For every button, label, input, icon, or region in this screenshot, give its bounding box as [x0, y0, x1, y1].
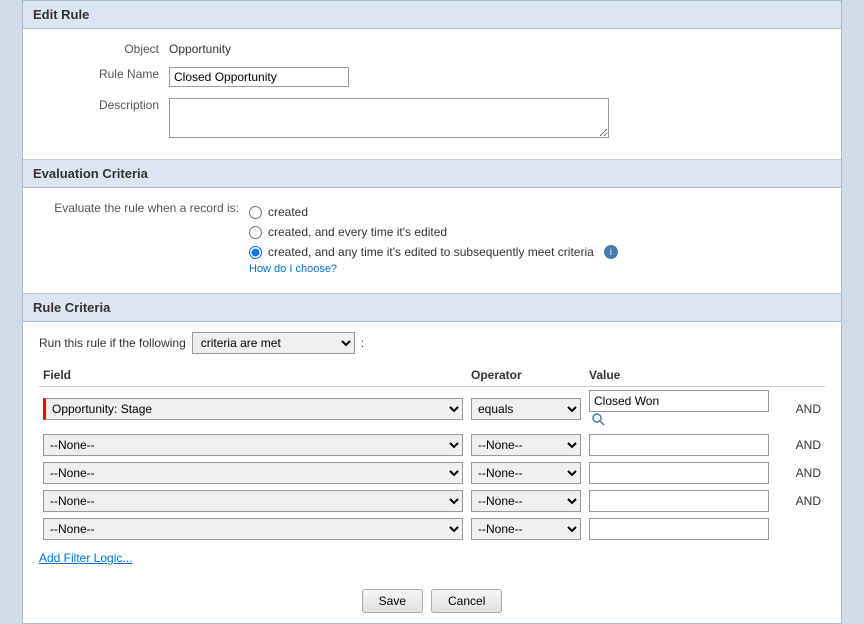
criteria-select[interactable]: criteria are met any criteria are met fo… — [192, 332, 355, 354]
field-select-5[interactable]: --None-- — [43, 518, 463, 540]
evaluation-criteria-header: Evaluation Criteria — [23, 160, 841, 188]
operator-select-1[interactable]: equals not equal to less than greater th… — [471, 398, 581, 420]
operator-select-3[interactable]: --None-- — [471, 462, 581, 484]
add-filter-logic-link[interactable]: Add Filter Logic... — [39, 551, 132, 565]
footer-buttons: Save Cancel — [23, 575, 841, 623]
evaluate-label: Evaluate the rule when a record is: — [39, 198, 249, 215]
table-row: --None-- --None-- AND — [39, 459, 825, 487]
radio-created[interactable] — [249, 206, 262, 219]
radio-row-created: created — [249, 205, 825, 219]
edit-rule-header: Edit Rule — [23, 1, 841, 29]
field-select-2[interactable]: --None-- — [43, 434, 463, 456]
table-row: --None-- --None-- AND — [39, 487, 825, 515]
table-row: --None-- --None-- — [39, 515, 825, 543]
save-button[interactable]: Save — [362, 589, 423, 613]
description-textarea[interactable] — [169, 98, 609, 138]
table-row: Opportunity: Stage --None-- equals not e… — [39, 387, 825, 432]
operator-select-5[interactable]: --None-- — [471, 518, 581, 540]
operator-select-4[interactable]: --None-- — [471, 490, 581, 512]
value-input-1[interactable] — [589, 390, 769, 412]
col-value: Value — [585, 364, 788, 387]
table-row: --None-- --None-- AND — [39, 431, 825, 459]
radio-row-created-edited: created, and every time it's edited — [249, 225, 825, 239]
value-input-4[interactable] — [589, 490, 769, 512]
field-select-1[interactable]: Opportunity: Stage --None-- — [43, 398, 463, 420]
value-input-5[interactable] — [589, 518, 769, 540]
how-choose-link[interactable]: How do I choose? — [249, 263, 825, 275]
radio-row-subsequently: created, and any time it's edited to sub… — [249, 245, 825, 259]
radio-subsequently[interactable] — [249, 246, 262, 259]
value-input-3[interactable] — [589, 462, 769, 484]
object-label: Object — [39, 39, 169, 56]
and-label-4: AND — [792, 494, 821, 508]
radio-created-edited-label[interactable]: created, and every time it's edited — [268, 225, 447, 239]
criteria-table: Field Operator Value Opportunity: Stage … — [39, 364, 825, 543]
col-field: Field — [39, 364, 467, 387]
and-label-2: AND — [792, 438, 821, 452]
rule-criteria-title: Rule Criteria — [33, 300, 110, 315]
col-operator: Operator — [467, 364, 585, 387]
field-select-3[interactable]: --None-- — [43, 462, 463, 484]
value-input-2[interactable] — [589, 434, 769, 456]
evaluation-criteria-title: Evaluation Criteria — [33, 166, 148, 181]
field-select-4[interactable]: --None-- — [43, 490, 463, 512]
rule-criteria-header: Rule Criteria — [23, 294, 841, 322]
cancel-button[interactable]: Cancel — [431, 589, 502, 613]
lookup-icon-1[interactable] — [591, 412, 607, 428]
description-label: Description — [39, 95, 169, 112]
and-label-1: AND — [792, 402, 821, 416]
operator-select-2[interactable]: --None-- — [471, 434, 581, 456]
object-value: Opportunity — [169, 39, 825, 56]
radio-created-edited[interactable] — [249, 226, 262, 239]
run-rule-colon: : — [361, 336, 364, 350]
radio-subsequently-label[interactable]: created, and any time it's edited to sub… — [268, 245, 594, 259]
rule-name-label: Rule Name — [39, 64, 169, 81]
info-icon[interactable]: i — [604, 245, 618, 259]
run-rule-label: Run this rule if the following — [39, 336, 186, 350]
radio-created-label[interactable]: created — [268, 205, 308, 219]
rule-name-input[interactable] — [169, 67, 349, 87]
and-label-3: AND — [792, 466, 821, 480]
edit-rule-title: Edit Rule — [33, 7, 89, 22]
